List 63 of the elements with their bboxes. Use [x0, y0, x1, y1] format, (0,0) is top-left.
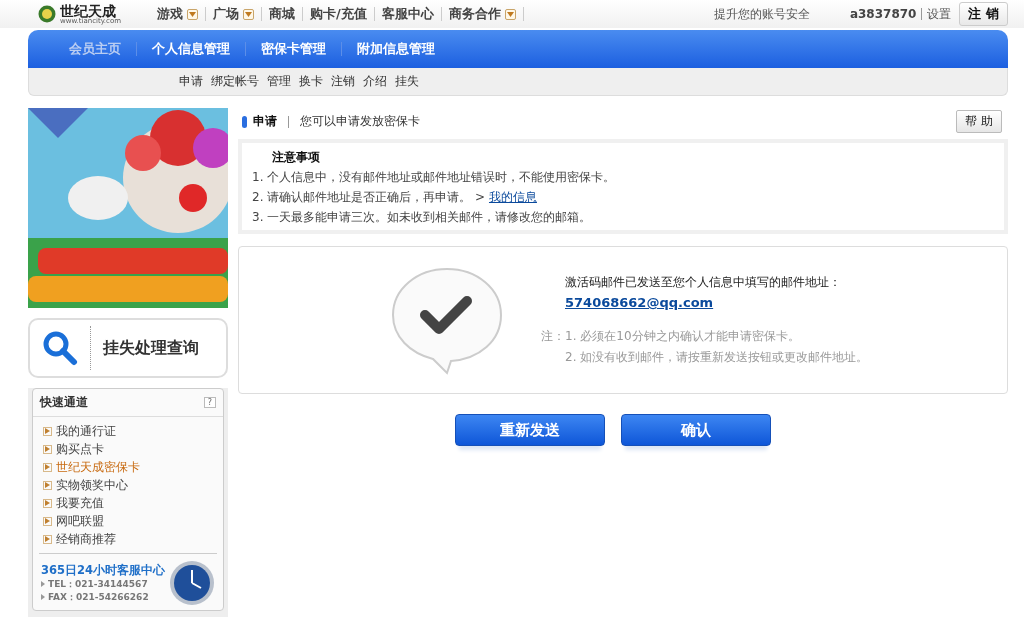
arrow-icon	[43, 480, 52, 490]
security-link[interactable]: 提升您的账号安全	[713, 5, 810, 23]
nav-link[interactable]: 广场	[206, 7, 262, 21]
logo-icon	[38, 5, 56, 23]
service-title: 365日24小时客服中心	[41, 562, 165, 578]
email-link[interactable]: 574068662@qq.com	[565, 295, 869, 310]
quick-link[interactable]: 网吧联盟	[43, 513, 213, 529]
arrow-icon	[43, 426, 52, 436]
contact-line: FAX：021-54266262	[48, 590, 149, 604]
bullet-icon	[41, 594, 45, 600]
sub-tab[interactable]: 申请	[179, 73, 203, 90]
sub-tab[interactable]: 注销	[331, 73, 355, 90]
contact-line: TEL：021-34144567	[48, 577, 148, 591]
my-info-link[interactable]: 我的信息	[488, 190, 537, 204]
notice-line: 2. 请确认邮件地址是否正确后，再申请。 > 我的信息	[252, 189, 538, 206]
sub-tab[interactable]: 管理	[267, 73, 291, 90]
help-button[interactable]: 帮 助	[956, 110, 1002, 133]
resend-button[interactable]: 重新发送	[455, 414, 605, 446]
logo-text[interactable]: 世纪天成	[60, 3, 122, 18]
quick-link[interactable]: 我要充值	[43, 495, 213, 511]
note-line: 1. 必须在10分钟之内确认才能申请密保卡。	[565, 328, 801, 345]
notice-line: 1. 个人信息中，没有邮件地址或邮件地址错误时，不能使用密保卡。	[252, 169, 617, 186]
section-title: 申请	[253, 113, 277, 130]
arrow-icon	[43, 444, 52, 454]
sub-tab[interactable]: 介绍	[363, 73, 387, 90]
checkmark-bubble-icon	[389, 265, 505, 375]
confirm-button[interactable]: 确认	[621, 414, 771, 446]
quick-link[interactable]: 我的通行证	[43, 423, 213, 439]
main-tab[interactable]: 个人信息管理	[136, 42, 245, 56]
nav-link[interactable]: 游戏	[150, 7, 206, 21]
sub-tab[interactable]: 换卡	[299, 73, 323, 90]
username: a3837870	[849, 7, 917, 21]
note-label: 注：	[541, 328, 565, 345]
marker-icon	[242, 115, 247, 128]
quick-link[interactable]: 购买点卡	[43, 441, 213, 457]
nav-link[interactable]: 客服中心	[374, 7, 442, 21]
help-icon[interactable]: ?	[203, 397, 216, 408]
quick-link[interactable]: 实物领奖中心	[43, 477, 213, 493]
nav-link[interactable]: 购卡/充值	[303, 7, 375, 21]
sub-tab[interactable]: 绑定帐号	[211, 73, 259, 90]
logout-button[interactable]: 注 销	[959, 2, 1008, 26]
settings-link[interactable]: 设置	[927, 5, 952, 23]
search-icon	[42, 330, 78, 366]
result-message: 激活码邮件已发送至您个人信息中填写的邮件地址：	[565, 274, 842, 291]
quick-link[interactable]: 世纪天成密保卡	[43, 459, 213, 475]
notice-line: 3. 一天最多能申请三次。如未收到相关邮件，请修改您的邮箱。	[252, 209, 593, 226]
nav-link[interactable]: 商城	[262, 7, 303, 21]
quick-link[interactable]: 经销商推荐	[43, 531, 213, 547]
panel-title: 快速通道	[40, 394, 88, 411]
clock-icon	[169, 560, 215, 606]
note-line: 2. 如没有收到邮件，请按重新发送按钮或更改邮件地址。	[565, 349, 869, 366]
section-subtitle: 您可以申请发放密保卡	[300, 113, 420, 130]
main-tab[interactable]: 密保卡管理	[245, 42, 341, 56]
arrow-icon	[43, 534, 52, 544]
arrow-icon	[43, 498, 52, 508]
sub-tab[interactable]: 挂失	[395, 73, 419, 90]
arrow-icon	[43, 516, 52, 526]
nav-link[interactable]: 商务合作	[441, 7, 524, 21]
main-tab[interactable]: 附加信息管理	[341, 42, 450, 56]
bullet-icon	[41, 581, 45, 587]
loss-query-button[interactable]: 挂失处理查询	[28, 318, 228, 378]
arrow-icon	[43, 462, 52, 472]
notice-title: 注意事项	[272, 149, 321, 166]
